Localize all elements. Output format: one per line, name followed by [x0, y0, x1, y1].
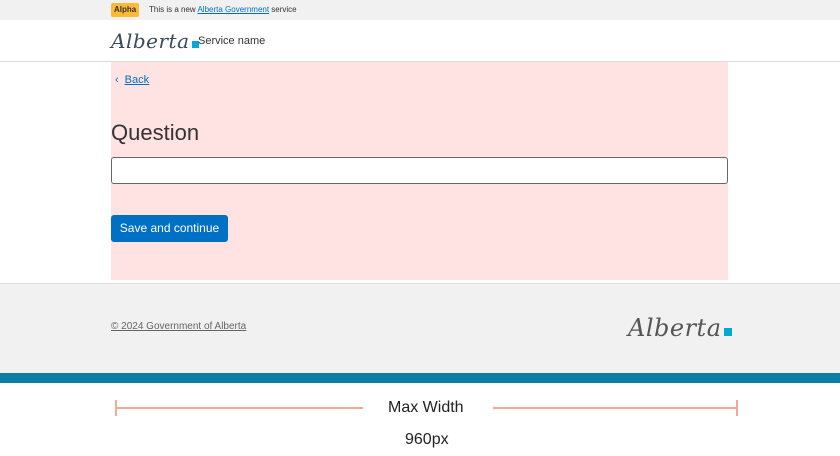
footer-logo-square-icon [723, 328, 732, 336]
question-input[interactable] [111, 157, 728, 184]
phase-banner: Alpha This is a new Alberta Government s… [0, 0, 840, 20]
footer-alberta-logo[interactable]: Alberta [628, 313, 732, 343]
service-name[interactable]: Service name [198, 34, 265, 48]
alberta-logo-text: Alberta [111, 29, 190, 53]
annotation-label: Max Width [388, 399, 464, 416]
phase-badge: Alpha [111, 3, 140, 17]
save-and-continue-button[interactable]: Save and continue [111, 215, 228, 242]
annotation-line-left [115, 407, 363, 409]
copyright-link[interactable]: © 2024 Government of Alberta [111, 321, 246, 333]
phase-text-after: service [269, 5, 297, 14]
main-content: ‹ Back Question Save and continue [111, 62, 728, 280]
app-header: Alberta Service name [0, 20, 840, 62]
alberta-government-link[interactable]: Alberta Government [197, 5, 269, 14]
annotation-value: 960px [405, 431, 449, 448]
annotation-line-right [493, 407, 737, 409]
footer-logo-text: Alberta [628, 314, 722, 342]
phase-banner-text: This is a new Alberta Government service [149, 4, 297, 16]
footer-band [0, 373, 840, 383]
back-link[interactable]: ‹ Back [115, 73, 149, 87]
chevron-left-icon: ‹ [115, 74, 119, 86]
phase-text-before: This is a new [149, 5, 198, 14]
back-label: Back [124, 74, 150, 86]
page-title: Question [111, 120, 200, 145]
alberta-logo[interactable]: Alberta [111, 29, 199, 53]
annotation-cap-right [736, 400, 738, 416]
footer: © 2024 Government of Alberta Alberta [0, 283, 840, 373]
